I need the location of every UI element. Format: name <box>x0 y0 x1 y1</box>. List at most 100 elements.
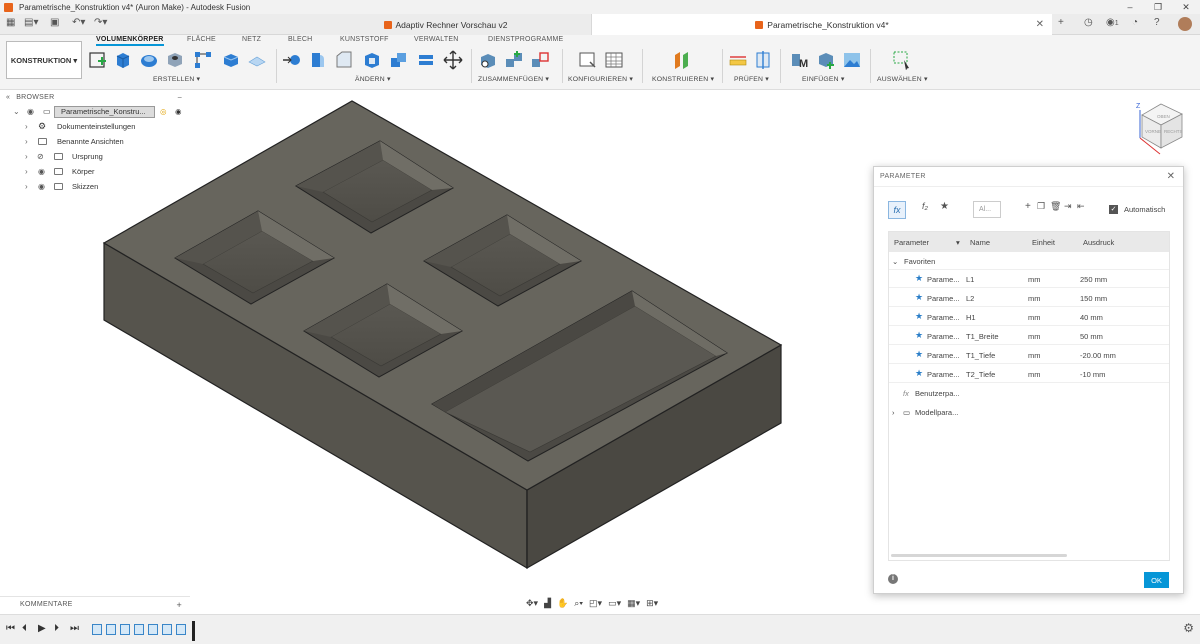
timeline-feature-extrude[interactable] <box>162 624 172 635</box>
tree-item-dokumenteinstellungen[interactable]: › ⚙ Dokumenteinstellungen <box>0 119 190 134</box>
tab-verwalten[interactable]: VERWALTEN <box>414 36 458 43</box>
copy-icon[interactable]: ❐ <box>1037 201 1045 212</box>
table-row[interactable]: ★ Parame... T1_Tiefe mm -20.00 mm <box>889 346 1169 364</box>
group-benutzerparameter[interactable]: fx Benutzerpa... <box>889 384 1169 402</box>
cell-unit[interactable]: mm <box>1028 351 1041 360</box>
insert-canvas-icon[interactable] <box>842 50 862 70</box>
go-to-end-icon[interactable]: ⏭ <box>70 623 79 634</box>
select-icon[interactable] <box>892 50 912 71</box>
viewcube-right-label[interactable]: RECHTS <box>1164 129 1183 134</box>
column-parameter[interactable]: Parameter <box>894 238 929 247</box>
revolve-icon[interactable] <box>139 50 159 70</box>
tree-item-skizzen[interactable]: › ◉ Skizzen <box>0 179 190 194</box>
display-settings-icon[interactable]: ▭▾ <box>608 598 621 609</box>
table-row[interactable]: ★ Parame... T1_Breite mm 50 mm <box>889 327 1169 345</box>
look-at-icon[interactable]: ▟ <box>544 598 551 609</box>
file-menu-icon[interactable]: ▤▾ <box>24 17 38 28</box>
undo-icon[interactable]: ↶▾ <box>72 17 85 28</box>
orbit-icon[interactable]: ✥▾ <box>526 598 538 609</box>
combine-icon[interactable] <box>389 50 409 70</box>
cell-expression[interactable]: 250 mm <box>1080 275 1107 284</box>
extrude-icon[interactable] <box>113 50 133 70</box>
offset-face-icon[interactable] <box>416 50 436 70</box>
configure-icon[interactable] <box>578 50 598 70</box>
viewcube[interactable]: OBEN VORNE RECHTS Z <box>1130 98 1192 160</box>
timeline-feature-sketch[interactable] <box>92 624 102 635</box>
viewcube-top-label[interactable]: OBEN <box>1157 114 1170 119</box>
tab-adaptiv-rechner[interactable]: Adaptiv Rechner Vorschau v2 <box>300 14 592 35</box>
star-icon[interactable]: ★ <box>915 273 923 284</box>
insert-derive-icon[interactable]: M <box>790 50 810 70</box>
press-pull-icon[interactable] <box>282 50 302 70</box>
expand-arrow-icon[interactable]: › <box>25 122 28 131</box>
horizontal-scrollbar[interactable] <box>891 554 1067 557</box>
timeline-feature-extrude[interactable] <box>134 624 144 635</box>
group-pruefen[interactable]: PRÜFEN ▾ <box>734 75 769 83</box>
search-input[interactable]: Al... <box>973 201 1001 218</box>
new-component-icon[interactable] <box>478 50 498 70</box>
info-icon[interactable]: i <box>888 574 898 584</box>
maximize-button[interactable]: ❐ <box>1144 0 1172 14</box>
new-tab-icon[interactable]: + <box>1058 17 1064 28</box>
section-analysis-icon[interactable] <box>754 50 774 70</box>
close-window-button[interactable]: ✕ <box>1172 0 1200 14</box>
insert-mesh-icon[interactable] <box>816 50 836 70</box>
play-icon[interactable]: ▶ <box>38 623 46 634</box>
chamfer-icon[interactable] <box>334 50 354 70</box>
hidden-eye-icon[interactable]: ⊘ <box>37 152 44 161</box>
collapse-arrow-icon[interactable]: « <box>6 94 10 101</box>
cell-unit[interactable]: mm <box>1028 332 1041 341</box>
expand-arrow-icon[interactable]: › <box>25 167 28 176</box>
fx-user-icon[interactable]: f₂ <box>922 201 928 211</box>
tab-netz[interactable]: NETZ <box>242 36 261 43</box>
group-modellparameter[interactable]: › ▭ Modellpara... <box>889 403 1169 421</box>
tab-parametrische-konstruktion[interactable]: Parametrische_Konstruktion v4* ✕ <box>592 14 1052 35</box>
move-copy-icon[interactable] <box>443 50 463 70</box>
data-panel-icon[interactable]: ▦ <box>6 17 15 28</box>
job-status-icon[interactable]: ◉1 <box>1106 17 1119 28</box>
star-icon[interactable]: ★ <box>915 292 923 303</box>
user-avatar[interactable] <box>1178 17 1192 31</box>
tree-root[interactable]: ⌄ ◉ ▭ Parametrische_Konstru... ◎ ◉ <box>0 104 190 119</box>
table-row[interactable]: ★ Parame... L1 mm 250 mm <box>889 270 1169 288</box>
delete-icon[interactable]: 🗑 <box>1050 201 1061 212</box>
tab-kunststoff[interactable]: KUNSTSTOFF <box>340 36 389 43</box>
as-built-joint-icon[interactable] <box>530 50 550 70</box>
add-parameter-icon[interactable]: + <box>1025 201 1031 212</box>
visibility-eye-icon[interactable]: ◉ <box>38 167 45 176</box>
box-icon[interactable] <box>221 50 241 70</box>
expand-arrow-icon[interactable]: › <box>892 408 895 417</box>
save-icon[interactable]: ▣ <box>50 17 59 28</box>
offset-plane-icon[interactable] <box>672 50 692 70</box>
browser-minimize-button[interactable]: – <box>178 94 182 101</box>
step-back-icon[interactable]: ⏴ <box>22 623 27 634</box>
minimize-button[interactable]: – <box>1116 0 1144 14</box>
notifications-icon[interactable]: ◔ <box>1132 17 1138 28</box>
grid-icon[interactable]: ▦▾ <box>627 598 640 609</box>
expand-arrow-icon[interactable]: › <box>25 152 28 161</box>
pattern-icon[interactable] <box>193 50 213 70</box>
create-sketch-icon[interactable] <box>88 50 108 70</box>
close-tab-icon[interactable]: ✕ <box>1036 19 1044 30</box>
cell-unit[interactable]: mm <box>1028 313 1041 322</box>
comments-panel[interactable]: KOMMENTARE + <box>0 596 190 612</box>
workspace-switcher[interactable]: KONSTRUKTION ▾ <box>6 41 82 79</box>
timeline-feature-sketch[interactable] <box>148 624 158 635</box>
group-konstruieren[interactable]: KONSTRUIEREN ▾ <box>652 75 714 83</box>
cell-expression[interactable]: 50 mm <box>1080 332 1103 341</box>
table-row[interactable]: ★ Parame... L2 mm 150 mm <box>889 289 1169 307</box>
fx-filter-button[interactable]: fx <box>888 201 906 219</box>
tree-item-ursprung[interactable]: › ⊘ Ursprung <box>0 149 190 164</box>
cell-expression[interactable]: -10 mm <box>1080 370 1105 379</box>
star-icon[interactable]: ★ <box>915 368 923 379</box>
gear-icon[interactable]: ⚙ <box>1183 621 1194 635</box>
cell-unit[interactable]: mm <box>1028 275 1041 284</box>
tab-flaeche[interactable]: FLÄCHE <box>187 36 216 43</box>
sort-arrow-icon[interactable]: ▾ <box>956 238 960 247</box>
measure-icon[interactable] <box>728 50 748 70</box>
expand-arrow-icon[interactable]: ⌄ <box>892 257 898 266</box>
visibility-eye-icon[interactable]: ◉ <box>27 107 34 116</box>
tab-blech[interactable]: BLECH <box>288 36 312 43</box>
visibility-eye-icon[interactable]: ◉ <box>38 182 45 191</box>
tab-volumenkoerper[interactable]: VOLUMENKÖRPER <box>96 36 164 46</box>
